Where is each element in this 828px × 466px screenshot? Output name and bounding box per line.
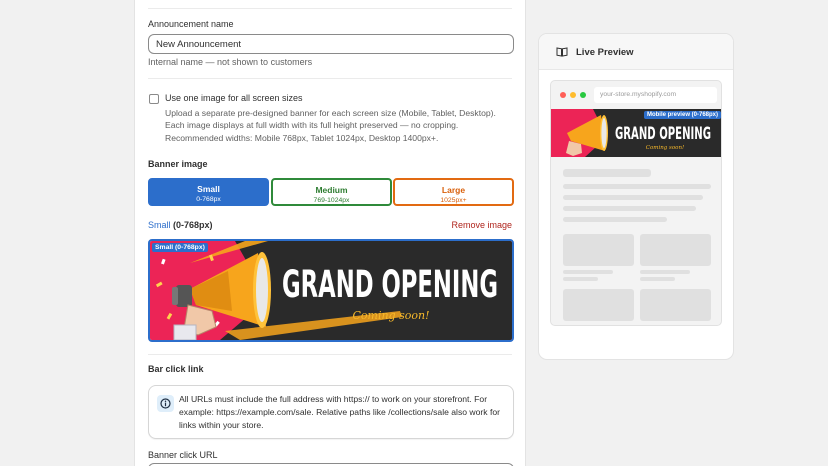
preview-banner-headline: GRAND OPENING bbox=[615, 124, 711, 144]
size-large-range: 1025px+ bbox=[440, 197, 467, 204]
current-size-range: (0-768px) bbox=[173, 220, 213, 230]
url-info-banner: All URLs must include the full address w… bbox=[148, 385, 514, 439]
maximize-dot bbox=[580, 92, 586, 98]
skeleton-line bbox=[563, 270, 613, 274]
book-open-icon bbox=[556, 47, 568, 57]
one-image-help: Upload a separate pre-designed banner fo… bbox=[165, 108, 496, 143]
live-preview-title: Live Preview bbox=[576, 47, 634, 58]
divider bbox=[148, 78, 512, 79]
one-image-label[interactable]: Use one image for all screen sizes bbox=[165, 93, 303, 103]
browser-mock: your-store.myshopify.com GRAND OPENING C… bbox=[550, 80, 722, 326]
one-image-checkbox[interactable] bbox=[149, 94, 159, 104]
live-preview-header: Live Preview bbox=[539, 34, 733, 70]
mobile-preview-tag: Mobile preview (0-768px) bbox=[643, 111, 721, 119]
banner-subline: Coming soon! bbox=[352, 309, 429, 322]
announcement-name-help: Internal name — not shown to customers bbox=[148, 57, 313, 67]
banner-image-heading: Banner image bbox=[148, 159, 208, 169]
size-medium-label: Medium bbox=[315, 185, 348, 195]
minimize-dot bbox=[570, 92, 576, 98]
size-large-button[interactable]: Large 1025px+ bbox=[393, 178, 514, 206]
announcement-name-input[interactable] bbox=[148, 34, 514, 54]
size-medium-range: 769-1024px bbox=[313, 197, 350, 204]
skeleton-line bbox=[640, 270, 690, 274]
info-icon bbox=[157, 395, 174, 412]
divider bbox=[148, 354, 512, 355]
skeleton-line bbox=[563, 217, 667, 222]
size-small-label: Small bbox=[197, 184, 220, 194]
size-small-button[interactable]: Small 0-768px bbox=[148, 178, 269, 206]
skeleton-line bbox=[640, 277, 675, 281]
bar-click-heading: Bar click link bbox=[148, 364, 204, 374]
skeleton-line bbox=[563, 169, 651, 177]
preview-banner: GRAND OPENING Coming soon! Mobile previe… bbox=[551, 109, 721, 157]
grand-opening-banner-art: GRAND OPENING Coming soon! bbox=[150, 241, 512, 340]
skeleton-card-image bbox=[640, 234, 711, 266]
banner-image-preview: GRAND OPENING Coming soon! Small (0-768p… bbox=[148, 239, 514, 342]
size-small-range: 0-768px bbox=[196, 196, 221, 203]
browser-url-bar: your-store.myshopify.com bbox=[594, 87, 717, 103]
preview-banner-subline: Coming soon! bbox=[646, 145, 685, 151]
skeleton-line bbox=[563, 184, 711, 189]
divider bbox=[148, 8, 512, 9]
skeleton-line bbox=[563, 195, 703, 200]
announcement-name-label: Announcement name bbox=[148, 19, 234, 29]
current-size-caption: Small (0-768px) bbox=[148, 220, 213, 230]
url-info-text: All URLs must include the full address w… bbox=[179, 394, 500, 430]
skeleton-line bbox=[563, 206, 696, 211]
banner-click-url-label: Banner click URL bbox=[148, 450, 218, 460]
close-dot bbox=[560, 92, 566, 98]
banner-size-tag: Small (0-768px) bbox=[152, 243, 208, 252]
skeleton-line bbox=[563, 277, 598, 281]
skeleton-card-image bbox=[563, 234, 634, 266]
skeleton-card-image bbox=[563, 289, 634, 321]
banner-headline: GRAND OPENING bbox=[282, 263, 498, 306]
current-size-name: Small bbox=[148, 220, 171, 230]
size-large-label: Large bbox=[441, 185, 466, 195]
skeleton-card-image bbox=[640, 289, 711, 321]
live-preview-card: Live Preview your-store.myshopify.com GR… bbox=[538, 33, 734, 360]
settings-card: Announcement name Internal name — not sh… bbox=[134, 0, 526, 466]
remove-image-link[interactable]: Remove image bbox=[451, 220, 512, 230]
size-medium-button[interactable]: Medium 769-1024px bbox=[271, 178, 392, 206]
